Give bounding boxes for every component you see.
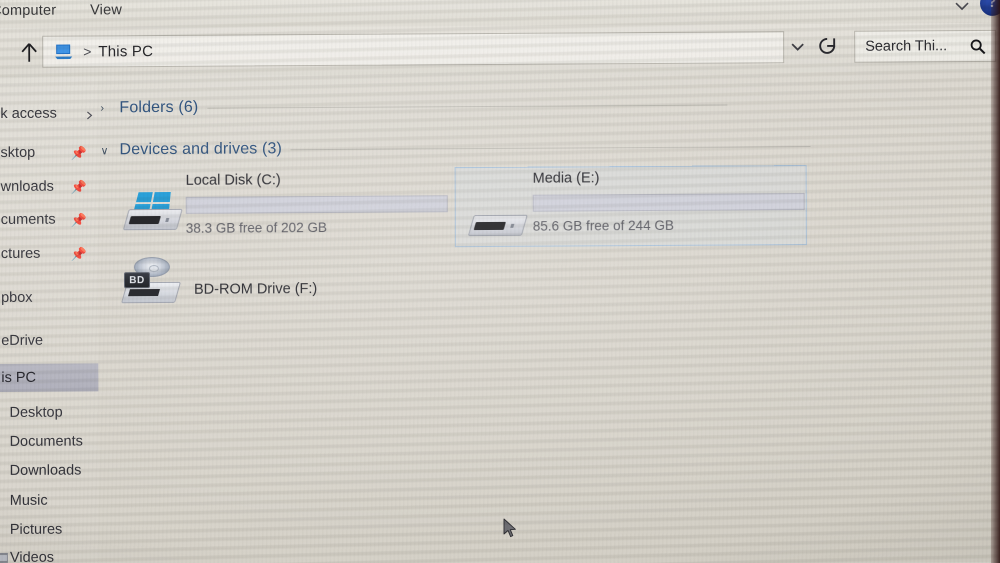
sidebar-item-label: cuments [0, 211, 56, 228]
sidebar-item-label: Videos [9, 549, 55, 563]
refresh-icon[interactable] [816, 34, 838, 58]
chevron-down-icon[interactable]: ∨ [101, 144, 114, 157]
sidebar-item-quick-access[interactable]: k access [0, 99, 97, 128]
sidebar-item-videos[interactable]: Videos [0, 543, 99, 563]
navigation-pane: k access sktop 📌 wnloads 📌 cuments 📌 ctu… [0, 77, 99, 563]
drive-name: Local Disk (C:) [185, 172, 281, 189]
sidebar-item-label: sktop [0, 144, 36, 161]
drive-capacity-bar [185, 195, 448, 214]
sidebar-item-label: pbox [1, 289, 33, 306]
drive-item-local-disk-c[interactable]: Local Disk (C:) 38.3 GB free of 202 GB [108, 171, 463, 253]
sidebar-item-label: wnloads [0, 178, 54, 195]
drive-name: BD-ROM Drive (F:) [193, 281, 318, 298]
pin-icon: 📌 [70, 246, 88, 262]
sidebar-item-label: Desktop [9, 404, 63, 421]
sidebar-item-label: ctures [0, 245, 41, 262]
hard-drive-windows-icon [122, 191, 184, 235]
sidebar-item-onedrive[interactable]: eDrive [0, 326, 98, 355]
drive-capacity-text: 38.3 GB free of 202 GB [185, 219, 327, 236]
drive-capacity-text: 85.6 GB free of 244 GB [532, 217, 674, 234]
group-divider [207, 104, 728, 109]
help-button[interactable]: ? [979, 0, 1000, 16]
sidebar-item-documents[interactable]: Documents [0, 427, 99, 456]
sidebar-item-label: Music [9, 492, 48, 509]
search-icon[interactable] [969, 37, 986, 54]
photographed-screen: Computer View ? > This PC Search Thi... … [0, 0, 1000, 563]
videos-folder-icon [0, 552, 8, 563]
group-header-folders[interactable]: › Folders (6) [100, 98, 728, 118]
address-bar[interactable]: > This PC [42, 31, 785, 68]
drive-capacity-bar [532, 193, 805, 212]
sidebar-item-label: Downloads [9, 462, 82, 479]
breadcrumb-separator: > [83, 43, 92, 60]
pin-icon: 📌 [70, 145, 87, 161]
sidebar-item-pictures[interactable]: Pictures [0, 515, 99, 544]
this-pc-icon [54, 43, 74, 60]
sidebar-item-label: is PC [1, 369, 37, 386]
pin-icon: 📌 [70, 212, 87, 228]
group-header-label: Folders (6) [119, 98, 199, 117]
sidebar-item-label: k access [0, 105, 57, 122]
hard-drive-icon [467, 197, 529, 241]
bd-badge: BD [123, 272, 151, 289]
search-input[interactable]: Search Thi... [865, 38, 947, 55]
sidebar-item-documents-quick[interactable]: cuments 📌 [0, 205, 98, 234]
bd-rom-drive-icon: BD [121, 256, 184, 309]
sidebar-item-downloads-quick[interactable]: wnloads 📌 [0, 172, 98, 201]
chevron-right-icon[interactable] [84, 108, 94, 120]
sidebar-item-dropbox[interactable]: pbox [0, 283, 98, 312]
group-header-label: Devices and drives (3) [119, 140, 283, 159]
drive-item-media-e[interactable]: Media (E:) 85.6 GB free of 244 GB [455, 169, 807, 251]
chevron-right-icon[interactable]: › [100, 102, 113, 114]
chevron-down-icon[interactable] [952, 0, 972, 16]
address-history-chevron-down-icon[interactable] [788, 37, 807, 56]
mouse-pointer-icon [503, 518, 517, 539]
drive-item-bd-rom-f[interactable]: BD BD-ROM Drive (F:) [108, 256, 398, 320]
group-header-devices-and-drives[interactable]: ∨ Devices and drives (3) [101, 140, 812, 159]
sidebar-item-label: Pictures [9, 521, 63, 538]
content-pane: › Folders (6) ∨ Devices and drives (3) L… [97, 72, 999, 563]
sidebar-item-label: eDrive [1, 332, 44, 349]
tab-view[interactable]: View [82, 0, 130, 22]
tab-computer[interactable]: Computer [0, 0, 64, 23]
file-explorer-window: Computer View ? > This PC Search Thi... … [0, 0, 1000, 563]
up-arrow-icon[interactable] [18, 41, 40, 65]
pin-icon: 📌 [70, 179, 87, 195]
sidebar-item-desktop-quick[interactable]: sktop 📌 [0, 138, 98, 167]
address-bar-row: > This PC Search Thi... [0, 22, 1000, 77]
search-box[interactable]: Search Thi... [854, 29, 997, 63]
breadcrumb-this-pc[interactable]: This PC [98, 43, 153, 60]
group-divider [291, 146, 812, 151]
sidebar-item-pictures-quick[interactable]: ctures 📌 [0, 239, 98, 268]
sidebar-item-music[interactable]: Music [0, 486, 99, 515]
drive-name: Media (E:) [532, 170, 600, 187]
sidebar-item-this-pc[interactable]: is PC [0, 363, 99, 392]
sidebar-item-desktop[interactable]: Desktop [0, 398, 99, 427]
sidebar-item-downloads[interactable]: Downloads [0, 456, 99, 485]
sidebar-item-label: Documents [9, 433, 83, 450]
